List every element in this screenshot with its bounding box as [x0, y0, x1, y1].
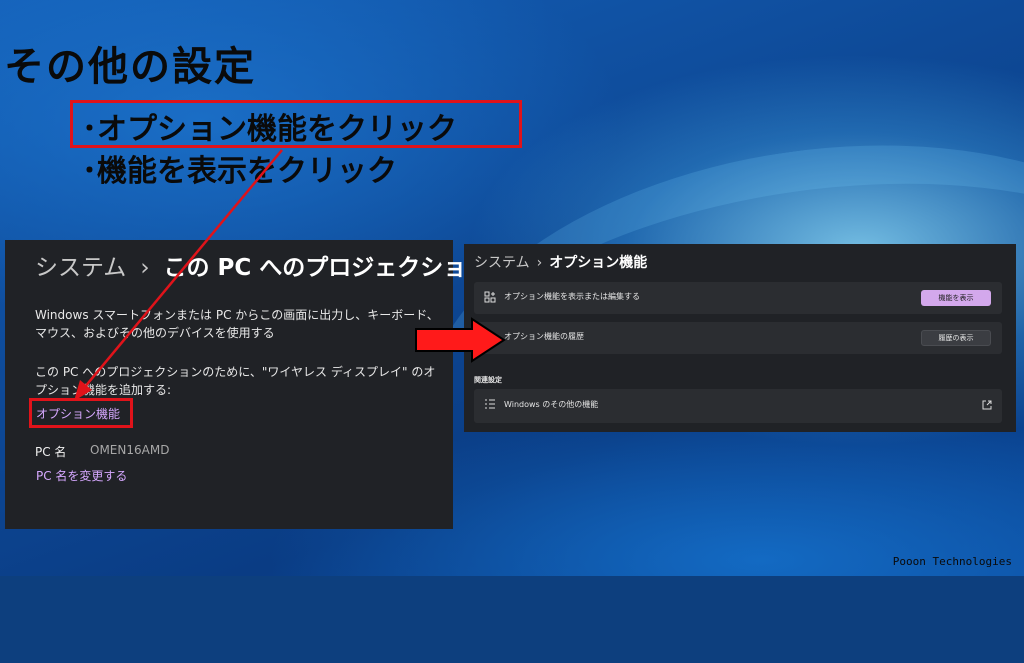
right-arrow-icon [415, 317, 506, 363]
external-link-icon [982, 400, 992, 410]
breadcrumb-chevron-icon: › [536, 255, 543, 271]
pc-name-label: PC 名 [35, 445, 67, 459]
breadcrumb-system[interactable]: システム [35, 255, 126, 281]
page-title: オプション機能 [549, 255, 648, 271]
optional-features-panel: システム › オプション機能 オプション機能を表示または編集する 機能を表示 オプシ… [464, 244, 1016, 432]
breadcrumb-chevron-icon: › [140, 255, 150, 281]
view-features-row: オプション機能を表示または編集する 機能を表示 [474, 282, 1002, 314]
breadcrumb: システム › この PC へのプロジェクション [35, 248, 489, 282]
view-features-label: オプション機能を表示または編集する [504, 292, 640, 301]
rename-pc-link[interactable]: PC 名を変更する [36, 467, 127, 484]
step-highlight-box [70, 100, 522, 148]
link-highlight-box [29, 398, 133, 428]
feature-history-label: オプション機能の履歴 [504, 332, 584, 341]
feature-history-row: オプション機能の履歴 履歴の表示 [474, 322, 1002, 354]
more-windows-features-row[interactable]: Windows のその他の機能 [474, 389, 1002, 423]
related-settings-heading: 関連設定 [474, 376, 502, 384]
view-features-button[interactable]: 機能を表示 [921, 290, 991, 306]
view-history-button[interactable]: 履歴の表示 [921, 330, 991, 346]
footer-credit: Pooon Technologies [892, 555, 1012, 568]
page-title: この PC へのプロジェクション [163, 255, 490, 281]
wireless-display-description: この PC へのプロジェクションのために、"ワイヤレス ディスプレイ" のオプシ… [35, 365, 436, 397]
slide-title: その他の設定 [4, 44, 256, 90]
pc-name-value: OMEN16AMD [90, 443, 170, 457]
projection-description: Windows スマートフォンまたは PC からこの画面に出力し、キーボード、マ… [35, 308, 439, 340]
breadcrumb-system[interactable]: システム [474, 255, 530, 271]
add-feature-icon [484, 291, 496, 303]
more-windows-features-label: Windows のその他の機能 [504, 400, 599, 409]
projection-settings-panel: システム › この PC へのプロジェクション Windows スマートフォンまたは… [5, 240, 489, 529]
list-icon [485, 399, 495, 409]
breadcrumb: システム › オプション機能 [474, 252, 647, 272]
step-2-text: ･機能を表示をクリック [82, 154, 397, 189]
